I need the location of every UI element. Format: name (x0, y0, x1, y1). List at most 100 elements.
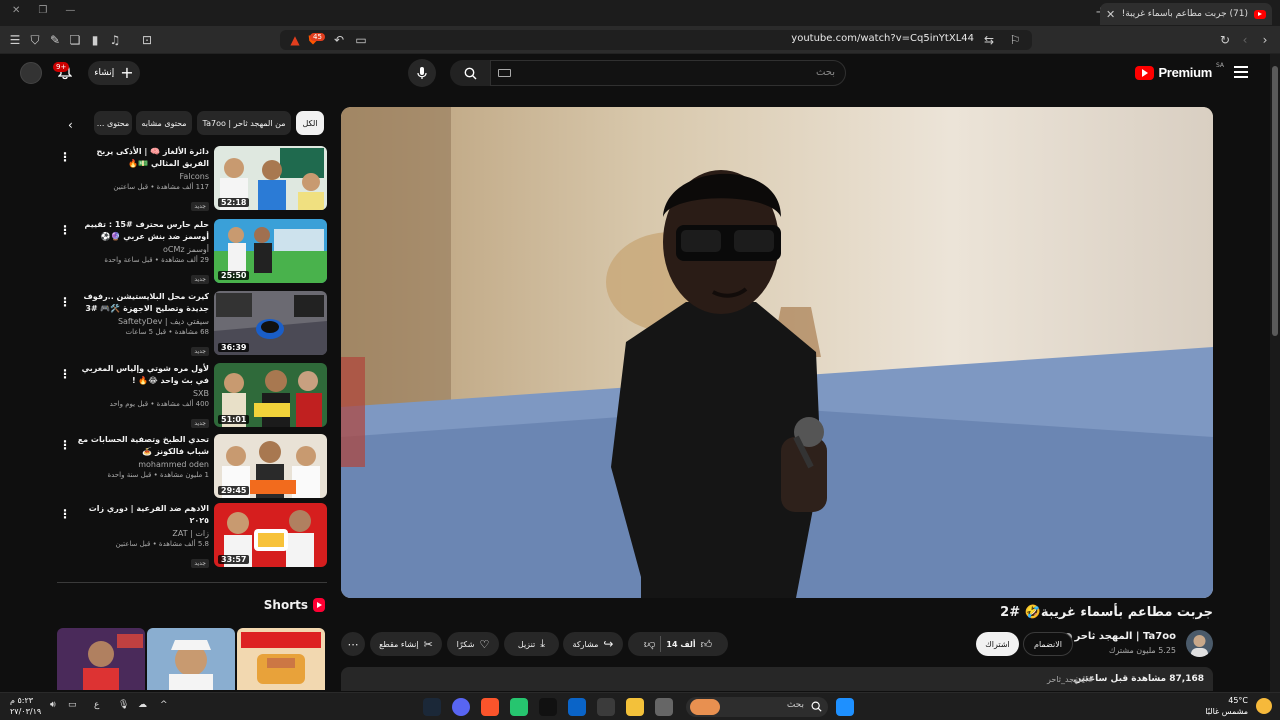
video-thumbnail[interactable]: 29:45 (214, 434, 327, 498)
search-input[interactable]: بحث (490, 60, 846, 86)
description-hashtag[interactable]: #المهجد_ثاحر (1047, 675, 1094, 684)
chip-from-channel[interactable]: من المهجد ثاحر | Ta7oo (197, 111, 291, 135)
youtube-premium-logo[interactable]: Premium SA (1135, 62, 1224, 80)
chip-more[interactable]: محتوى ... (94, 111, 132, 135)
mic-tray-icon[interactable]: 🎙︎ (118, 700, 129, 710)
music-icon[interactable]: ♫ (108, 33, 122, 47)
channel-avatar[interactable] (1186, 630, 1213, 657)
volume-icon[interactable]: 🔊︎ (50, 700, 56, 710)
share-button[interactable]: مشاركة ↪ (563, 632, 623, 656)
shield-icon[interactable]: ⛉ (28, 33, 42, 47)
recommendation-title: حلم حارس محترف #15 : تقييم أوسمز ضد بنش … (84, 220, 209, 241)
duration-badge: 29:45 (218, 486, 250, 495)
more-actions-icon[interactable]: ⋯ (341, 632, 365, 656)
file-explorer-icon[interactable] (626, 698, 644, 716)
thanks-button[interactable]: شكرًا ♡ (447, 632, 499, 656)
whatsapp-icon[interactable] (510, 698, 528, 716)
bookmark-icon[interactable]: ⚐ (1008, 33, 1022, 47)
join-button[interactable]: الانضمام (1023, 632, 1073, 656)
extensions-icon[interactable]: ✎ (48, 33, 62, 47)
close-window-icon[interactable]: ✕ (12, 5, 20, 16)
video-thumbnail[interactable]: 52:18 (214, 146, 327, 210)
more-vert-icon[interactable]: ⋮ (59, 150, 71, 164)
guide-menu-icon[interactable] (1234, 66, 1248, 81)
dislike-icon[interactable]: 👍︎ (644, 638, 656, 651)
recommendation-item[interactable]: 36:39 كيرت محل البلايستيشن ..رفوف جديدة … (57, 291, 327, 357)
reload-icon[interactable]: ↻ (1218, 33, 1232, 47)
reader-icon[interactable]: ▭ (354, 33, 368, 47)
share-page-icon[interactable]: ↶ (332, 33, 346, 47)
more-vert-icon[interactable]: ⋮ (59, 438, 71, 452)
address-bar[interactable]: ▲ ⛊ 45 ↶ ▭ youtube.com/watch?v=Cq5inYtXL… (280, 30, 1032, 50)
channel-name-text: Ta7oo | المهجد ثاحر (1074, 631, 1177, 642)
video-thumbnail[interactable]: 25:50 (214, 219, 327, 283)
search-placeholder: بحث (815, 67, 835, 78)
system-clock[interactable]: ٥:٢٣ م ٢٧/٠٣/١٩ (10, 695, 41, 717)
sidebar-icon[interactable]: ▮ (88, 33, 102, 47)
minimize-icon[interactable]: — (65, 5, 75, 16)
short-thumbnail[interactable] (237, 628, 325, 690)
language-icon[interactable]: ع (94, 700, 99, 710)
recommendation-item[interactable]: 33:57 الادهم ضد الفرعية | دوري زات ٢٠٢٥ … (57, 503, 327, 569)
task-view-icon[interactable] (655, 698, 673, 716)
discord-icon[interactable] (452, 698, 470, 716)
clip-button[interactable]: إنشاء مقطع ✂ (370, 632, 442, 656)
tray-overflow-icon[interactable]: ^ (160, 700, 168, 710)
channel-name[interactable]: Ta7oo | المهجد ثاحر (1063, 631, 1177, 642)
short-thumbnail[interactable] (57, 628, 145, 690)
store-icon[interactable] (597, 698, 615, 716)
recommendation-item[interactable]: 51:01 لأول مره شوتي وإلياس المغربي في بث… (57, 363, 327, 429)
more-vert-icon[interactable]: ⋮ (59, 507, 71, 521)
recommendation-item[interactable]: 52:18 دائرة الألغاز 🧠 | الأذكى يربح الفر… (57, 146, 327, 212)
chip-related[interactable]: محتوى مشابه (136, 111, 192, 135)
more-vert-icon[interactable]: ⋮ (59, 223, 71, 237)
subscribe-button[interactable]: اشتراك (976, 632, 1019, 656)
close-tab-icon[interactable]: ✕ (1106, 8, 1115, 21)
screenshot-icon[interactable]: ⊡ (140, 33, 154, 47)
shorts-label: Shorts (263, 598, 308, 612)
windows-start-icon[interactable] (836, 698, 854, 716)
account-avatar[interactable] (20, 62, 42, 84)
short-thumbnail[interactable] (147, 628, 235, 690)
page-scrollbar[interactable] (1270, 54, 1280, 692)
share-icon: ↪ (603, 637, 614, 651)
browser-tab-youtube[interactable]: (71) جربت مطاعم بأسماء غريبة! ✕ (1100, 3, 1272, 25)
tabs-icon[interactable]: ❏ (68, 33, 82, 47)
site-settings-icon[interactable]: ⇆ (982, 33, 996, 47)
voice-search-button[interactable] (408, 59, 436, 87)
more-vert-icon[interactable]: ⋮ (59, 367, 71, 381)
video-thumbnail[interactable]: 33:57 (214, 503, 327, 567)
tab-title: (71) جربت مطاعم بأسماء غريبة! (1121, 9, 1248, 19)
search-icon (464, 67, 476, 79)
brave-icon[interactable] (481, 698, 499, 716)
onedrive-icon[interactable]: ☁ (138, 700, 147, 710)
recommendation-meta: 5.8 ألف مشاهدة • قبل ساعتين (115, 540, 209, 548)
video-player[interactable] (341, 107, 1213, 598)
download-button[interactable]: تنزيل ⤓ (504, 632, 559, 656)
weather-widget[interactable]: 45°C مشمس غالبًا (1205, 695, 1248, 717)
keyboard-icon[interactable] (498, 69, 511, 77)
microphone-icon (417, 67, 427, 79)
recommendation-meta: 29 ألف مشاهدة • قبل ساعة واحدة (104, 256, 209, 264)
scroll-thumb[interactable] (1272, 66, 1278, 336)
search-button[interactable] (450, 60, 490, 86)
outlook-icon[interactable] (568, 698, 586, 716)
back-icon[interactable]: ‹ (1238, 33, 1252, 47)
taskbar-search[interactable]: بحث (686, 697, 828, 717)
forward-icon[interactable]: › (1258, 33, 1272, 47)
duration-badge: 33:57 (218, 555, 250, 564)
video-thumbnail[interactable]: 51:01 (214, 363, 327, 427)
steam-icon[interactable] (423, 698, 441, 716)
recommendation-item[interactable]: 25:50 حلم حارس محترف #15 : تقييم أوسمز ض… (57, 219, 327, 285)
video-thumbnail[interactable]: 36:39 (214, 291, 327, 355)
menu-icon[interactable]: ☰ (8, 33, 22, 47)
more-vert-icon[interactable]: ⋮ (59, 295, 71, 309)
tiktok-icon[interactable] (539, 698, 557, 716)
create-button[interactable]: إنشاء + (88, 61, 140, 85)
chip-all[interactable]: الكل (296, 111, 324, 135)
network-icon[interactable]: ▭ (68, 700, 77, 710)
recommendation-item[interactable]: 29:45 تحدي الطبخ وتصفية الحسابات مع شباب… (57, 434, 327, 500)
like-icon[interactable]: 👍︎ (701, 638, 713, 651)
brave-rewards-icon[interactable]: ▲ (288, 33, 302, 47)
maximize-icon[interactable]: ❐ (38, 5, 47, 16)
